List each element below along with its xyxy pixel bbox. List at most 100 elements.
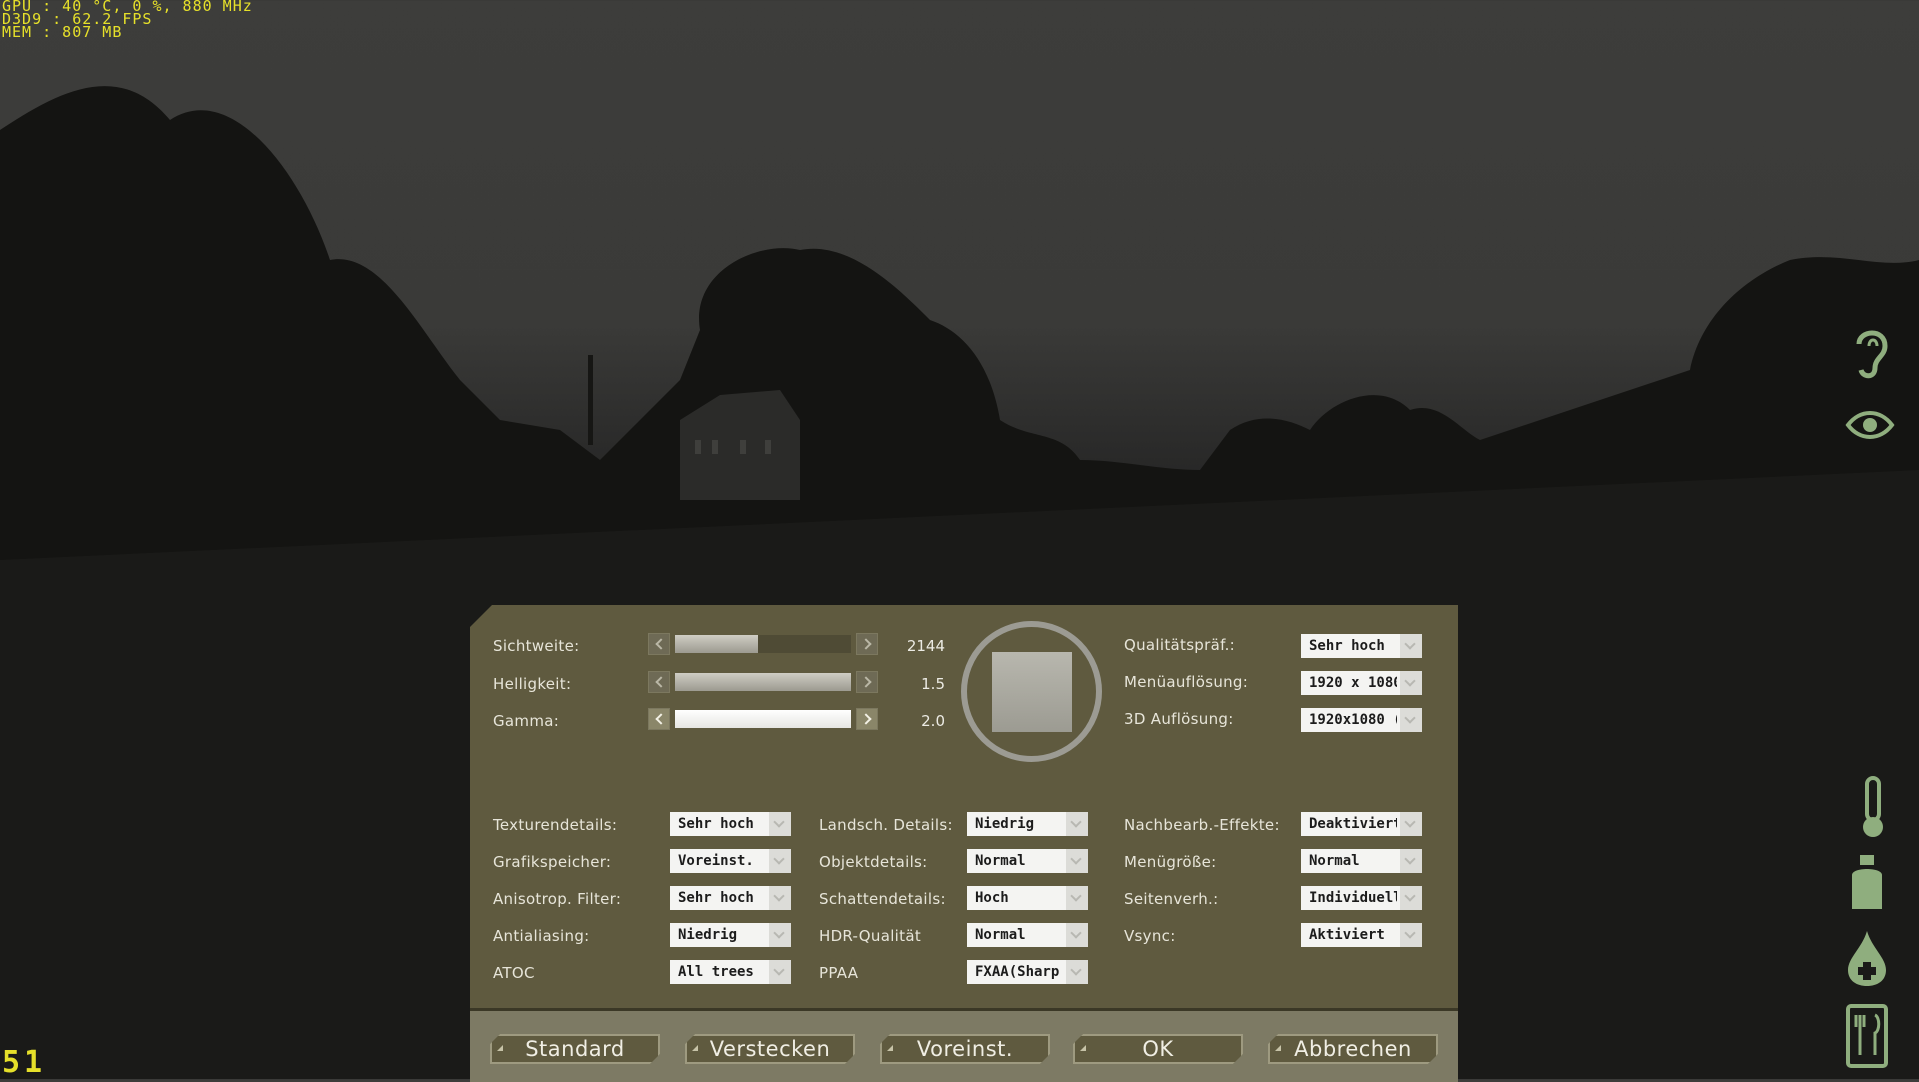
helligkeit-slider-fill <box>675 673 851 691</box>
video-memory-label: Grafikspeicher: <box>493 853 612 871</box>
gamma-decrease-button[interactable] <box>648 708 670 730</box>
atoc-select[interactable]: All trees <box>670 960 791 984</box>
video-memory-select[interactable]: Voreinst. <box>670 849 791 873</box>
chevron-down-icon <box>1066 886 1088 910</box>
chevron-down-icon <box>769 960 791 984</box>
blood-drop-icon <box>1848 931 1886 986</box>
helligkeit-increase-button[interactable] <box>856 671 878 693</box>
voreinst-button[interactable]: Voreinst. <box>880 1034 1050 1064</box>
vsync-value: Aktiviert <box>1309 927 1385 943</box>
shadow-details-label: Schattendetails: <box>819 890 946 908</box>
terrain-details-value: Niedrig <box>975 816 1035 832</box>
helligkeit-label: Helligkeit: <box>493 675 572 693</box>
menu-resolution-value: 1920 x 1080 <box>1309 675 1397 691</box>
menu-size-select[interactable]: Normal <box>1301 849 1422 873</box>
object-details-label: Objektdetails: <box>819 853 928 871</box>
chevron-down-icon <box>1400 671 1422 695</box>
chevron-down-icon <box>1400 708 1422 732</box>
gamma-value: 2.0 <box>921 712 945 730</box>
quality-preset-select[interactable]: Sehr hoch <box>1301 634 1422 658</box>
chevron-down-icon <box>769 923 791 947</box>
texture-details-select[interactable]: Sehr hoch <box>670 812 791 836</box>
gamma-increase-button[interactable] <box>856 708 878 730</box>
chevron-down-icon <box>769 886 791 910</box>
menu-resolution-select[interactable]: 1920 x 1080 <box>1301 671 1422 695</box>
anisotropic-filter-value: Sehr hoch <box>678 890 754 906</box>
game-logo <box>961 621 1102 762</box>
food-icon <box>1846 1004 1888 1068</box>
vsync-select[interactable]: Aktiviert <box>1301 923 1422 947</box>
atoc-label: ATOC <box>493 964 535 982</box>
logo-square <box>992 652 1072 732</box>
sichtweite-slider[interactable] <box>675 635 851 653</box>
sichtweite-increase-button[interactable] <box>856 633 878 655</box>
chevron-down-icon <box>1066 923 1088 947</box>
helligkeit-value: 1.5 <box>921 675 945 693</box>
vsync-label: Vsync: <box>1124 927 1176 945</box>
antialiasing-label: Antialiasing: <box>493 927 590 945</box>
abbrechen-button[interactable]: Abbrechen <box>1268 1034 1438 1064</box>
thermometer-icon <box>1863 776 1883 837</box>
canteen-icon <box>1852 855 1882 909</box>
chevron-down-icon <box>1400 849 1422 873</box>
video-settings-panel <box>470 605 1458 1011</box>
3d-resolution-value: 1920x1080 ( <box>1309 712 1397 728</box>
chevron-down-icon <box>769 849 791 873</box>
hdr-quality-select[interactable]: Normal <box>967 923 1088 947</box>
postprocess-effects-label: Nachbearb.-Effekte: <box>1124 816 1280 834</box>
standard-button[interactable]: Standard <box>490 1034 660 1064</box>
object-details-select[interactable]: Normal <box>967 849 1088 873</box>
menu-size-label: Menügröße: <box>1124 853 1217 871</box>
chevron-down-icon <box>1066 849 1088 873</box>
chevron-down-icon <box>1066 812 1088 836</box>
ok-button[interactable]: OK <box>1073 1034 1243 1064</box>
menu-size-value: Normal <box>1309 853 1360 869</box>
chevron-down-icon <box>1400 812 1422 836</box>
performance-overlay: GPU : 40 °C, 0 %, 880 MHz D3D9 : 62.2 FP… <box>2 0 253 40</box>
chevron-down-icon <box>769 812 791 836</box>
gamma-slider-fill <box>675 710 851 728</box>
hdr-quality-value: Normal <box>975 927 1026 943</box>
texture-details-value: Sehr hoch <box>678 816 754 832</box>
chevron-down-icon <box>1066 960 1088 984</box>
ppaa-label: PPAA <box>819 964 859 982</box>
verstecken-button[interactable]: Verstecken <box>685 1034 855 1064</box>
terrain-details-select[interactable]: Niedrig <box>967 812 1088 836</box>
terrain-details-label: Landsch. Details: <box>819 816 953 834</box>
aspect-ratio-label: Seitenverh.: <box>1124 890 1219 908</box>
chevron-down-icon <box>1400 886 1422 910</box>
shadow-details-select[interactable]: Hoch <box>967 886 1088 910</box>
anisotropic-filter-select[interactable]: Sehr hoch <box>670 886 791 910</box>
ppaa-value: FXAA(Sharp <box>975 964 1060 980</box>
shadow-details-value: Hoch <box>975 890 1009 906</box>
sichtweite-value: 2144 <box>906 637 945 655</box>
quality-preset-value: Sehr hoch <box>1309 638 1385 654</box>
anisotropic-filter-label: Anisotrop. Filter: <box>493 890 622 908</box>
3d-resolution-select[interactable]: 1920x1080 ( <box>1301 708 1422 732</box>
aspect-ratio-value: Individuell <box>1309 890 1397 906</box>
antialiasing-value: Niedrig <box>678 927 738 943</box>
chevron-down-icon <box>1400 923 1422 947</box>
texture-details-label: Texturendetails: <box>493 816 618 834</box>
menu-resolution-label: Menüauflösung: <box>1124 673 1249 691</box>
aspect-ratio-select[interactable]: Individuell <box>1301 886 1422 910</box>
video-memory-value: Voreinst. <box>678 853 754 869</box>
gamma-slider[interactable] <box>675 710 851 728</box>
ppaa-select[interactable]: FXAA(Sharp <box>967 960 1088 984</box>
chevron-down-icon <box>1400 634 1422 658</box>
helligkeit-decrease-button[interactable] <box>648 671 670 693</box>
ear-icon <box>1856 330 1888 379</box>
quality-preset-label: Qualitätspräf.: <box>1124 636 1236 654</box>
3d-resolution-label: 3D Auflösung: <box>1124 710 1234 728</box>
postprocess-effects-value: Deaktiviert <box>1309 816 1397 832</box>
sichtweite-decrease-button[interactable] <box>648 633 670 655</box>
postprocess-effects-select[interactable]: Deaktiviert <box>1301 812 1422 836</box>
antialiasing-select[interactable]: Niedrig <box>670 923 791 947</box>
hdr-quality-label: HDR-Qualität <box>819 927 922 945</box>
helligkeit-slider[interactable] <box>675 673 851 691</box>
fps-counter: 51 <box>2 1045 47 1080</box>
atoc-value: All trees <box>678 964 754 980</box>
gamma-label: Gamma: <box>493 712 560 730</box>
sichtweite-slider-fill <box>675 635 758 653</box>
sichtweite-label: Sichtweite: <box>493 637 580 655</box>
